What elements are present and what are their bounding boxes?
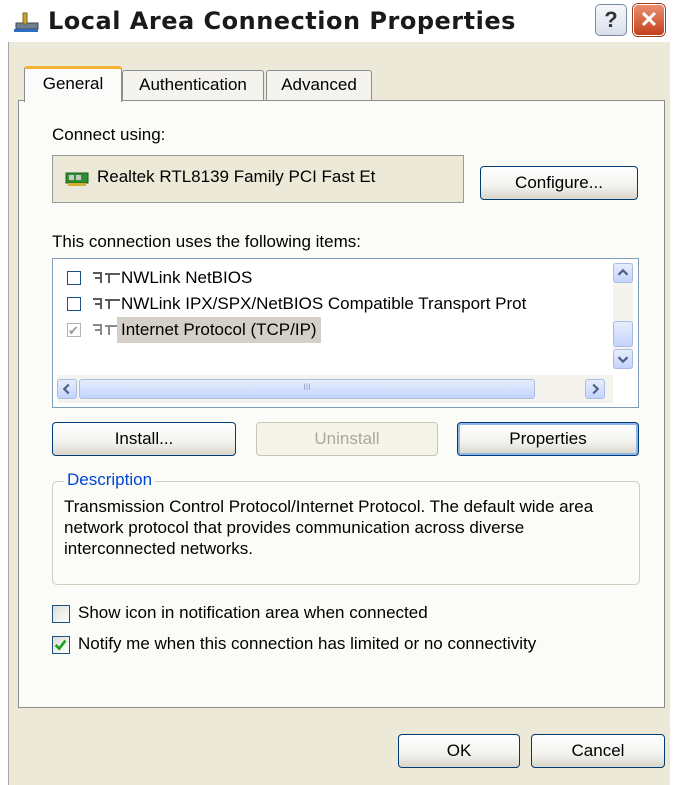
list-item-nwlink-ipx[interactable]: NWLink IPX/SPX/NetBIOS Compatible Transp… [63,291,619,317]
scroll-left-button[interactable] [57,379,77,399]
vertical-scrollbar[interactable] [613,263,633,369]
install-button[interactable]: Install... [52,422,236,456]
ok-button[interactable]: OK [398,734,520,768]
window-title: Local Area Connection Properties [48,7,516,35]
scroll-right-button[interactable] [585,379,605,399]
item-checkbox[interactable] [67,271,81,285]
adapter-field: Realtek RTL8139 Family PCI Fast Et [52,155,464,203]
items-label: This connection uses the following items… [52,232,361,251]
scroll-thumb-horizontal[interactable]: III [79,379,535,399]
arrow-up-icon [617,268,629,276]
connect-using-label: Connect using: [52,125,166,144]
help-icon: ? [604,7,618,32]
show-icon-label[interactable]: Show icon in notification area when conn… [78,603,428,623]
configure-button[interactable]: Configure... [480,166,638,200]
item-label: NWLink NetBIOS [121,268,253,287]
scroll-grip: III [303,382,311,392]
tab-authentication[interactable]: Authentication [122,70,264,100]
cancel-button[interactable]: Cancel [531,734,665,768]
item-checkbox[interactable] [67,297,81,311]
scroll-up-button[interactable] [613,263,633,283]
arrow-right-icon [592,383,600,395]
item-checkbox-checked[interactable]: ✔ [67,323,81,338]
notify-label[interactable]: Notify me when this connection has limit… [78,634,536,654]
protocol-icon [93,298,120,309]
network-connection-icon [14,12,39,32]
list-item-tcpip[interactable]: ✔ Internet Protocol (TCP/IP) [63,317,619,343]
title-bar[interactable]: Local Area Connection Properties ? ✕ [0,0,675,42]
horizontal-scrollbar[interactable]: III [57,375,613,403]
notify-checkbox[interactable] [52,636,70,654]
close-button[interactable]: ✕ [633,4,665,36]
help-button[interactable]: ? [595,4,627,36]
description-legend: Description [64,470,156,490]
arrow-down-icon [617,356,629,364]
uninstall-button[interactable]: Uninstall [256,422,438,456]
tab-advanced[interactable]: Advanced [266,70,372,100]
checkmark-icon [54,639,67,651]
show-icon-checkbox[interactable] [52,605,70,623]
tab-general[interactable]: General [24,66,122,102]
close-icon: ✕ [639,7,659,32]
item-label-selected: Internet Protocol (TCP/IP) [117,317,321,343]
list-item-nwlink-netbios[interactable]: NWLink NetBIOS [63,265,619,291]
protocol-icon [93,272,120,283]
scroll-down-button[interactable] [613,349,633,369]
scroll-thumb[interactable] [613,321,633,347]
arrow-left-icon [62,383,70,395]
adapter-name: Realtek RTL8139 Family PCI Fast Et [97,167,376,186]
network-adapter-icon [65,172,89,186]
items-list[interactable]: NWLink NetBIOS NWLink IPX/SPX/NetBIOS Co… [52,258,639,408]
description-text: Transmission Control Protocol/Internet P… [64,497,594,558]
item-label: NWLink IPX/SPX/NetBIOS Compatible Transp… [121,294,527,313]
properties-button[interactable]: Properties [457,422,639,456]
